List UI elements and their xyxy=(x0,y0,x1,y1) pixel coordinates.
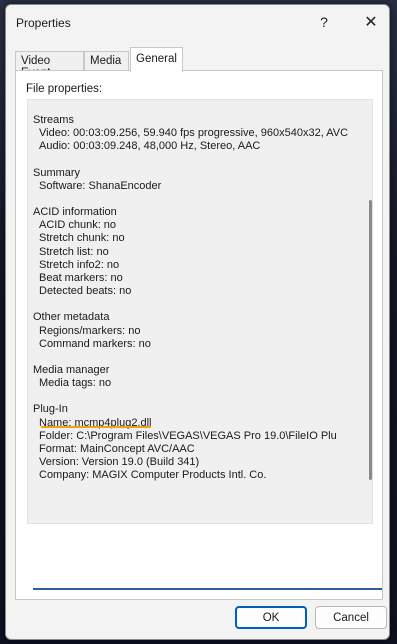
props-line: Stretch info2: no xyxy=(39,258,120,271)
close-icon: ✕ xyxy=(364,14,378,31)
props-group: Summary Software: ShanaEncoder xyxy=(33,167,363,193)
file-properties-label: File properties: xyxy=(26,83,103,95)
tab-media[interactable]: Media xyxy=(84,51,129,71)
group-heading: Other metadata xyxy=(33,311,110,324)
plugin-name-highlight xyxy=(41,426,151,428)
props-line: Regions/markers: no xyxy=(39,324,141,337)
file-properties-text: Streams Video: 00:03:09.256, 59.940 fps … xyxy=(33,114,363,496)
props-line: Media tags: no xyxy=(39,377,112,390)
props-line: Version: Version 19.0 (Build 341) xyxy=(39,456,200,469)
group-heading: ACID information xyxy=(33,206,117,219)
file-properties-box[interactable]: Streams Video: 00:03:09.256, 59.940 fps … xyxy=(27,99,373,524)
props-line: Detected beats: no xyxy=(39,285,132,298)
tab-strip: Video Event Media General xyxy=(15,47,385,79)
props-line: Audio: 00:03:09.248, 48,000 Hz, Stereo, … xyxy=(39,140,261,153)
focus-underline xyxy=(33,588,382,590)
group-heading: Plug-In xyxy=(33,403,68,416)
group-heading: Media manager xyxy=(33,364,110,377)
tab-general[interactable]: General xyxy=(130,47,183,72)
general-tab-panel: File properties: Streams Video: 00:03:09… xyxy=(15,70,383,600)
help-button[interactable]: ? xyxy=(311,11,337,33)
cancel-button[interactable]: Cancel xyxy=(315,606,387,629)
group-heading: Summary xyxy=(33,166,81,179)
props-group: ACID information ACID chunk: no Stretch … xyxy=(33,206,363,298)
close-button[interactable]: ✕ xyxy=(358,11,384,33)
group-heading: Streams xyxy=(33,114,74,126)
props-line: Company: MAGIX Computer Products Intl. C… xyxy=(39,469,267,482)
props-line: Stretch chunk: no xyxy=(39,232,125,245)
properties-dialog: Properties ? ✕ Video Event Media General… xyxy=(5,4,390,640)
scroll-up-arrow-icon[interactable]: ▲ xyxy=(371,130,372,137)
props-line: ACID chunk: no xyxy=(39,219,117,232)
props-line: Software: ShanaEncoder xyxy=(39,179,162,192)
props-line: Command markers: no xyxy=(39,337,151,350)
ok-button[interactable]: OK xyxy=(235,606,307,629)
props-line: Format: MainConcept AVC/AAC xyxy=(39,443,195,456)
props-line: Video: 00:03:09.256, 59.940 fps progress… xyxy=(39,127,349,140)
props-group: Streams Video: 00:03:09.256, 59.940 fps … xyxy=(33,114,363,154)
props-line: Folder: C:\Program Files\VEGAS\VEGAS Pro… xyxy=(39,429,337,442)
vertical-scrollbar-thumb[interactable] xyxy=(369,200,372,480)
props-line: Stretch list: no xyxy=(39,245,109,258)
props-group: Other metadata Regions/markers: no Comma… xyxy=(33,311,363,351)
help-icon: ? xyxy=(320,14,328,30)
props-line: Beat markers: no xyxy=(39,272,123,285)
dialog-title: Properties xyxy=(16,16,71,30)
props-group: Media manager Media tags: no xyxy=(33,364,363,390)
tab-video-event[interactable]: Video Event xyxy=(15,51,84,79)
props-group: Plug-In Name: mcmp4plug2.dll Folder: C:\… xyxy=(33,403,363,482)
title-bar: Properties ? ✕ xyxy=(6,5,389,39)
